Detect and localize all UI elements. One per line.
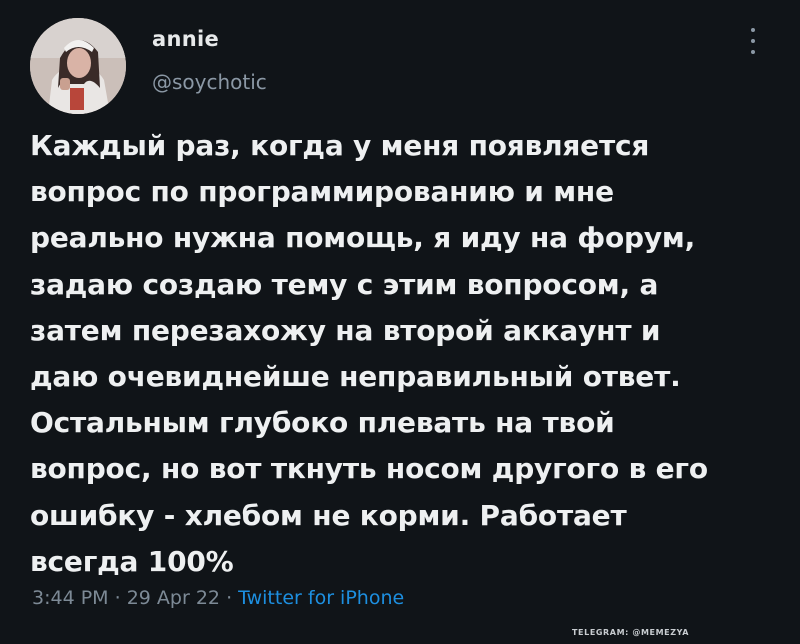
tweet-text-line: реально нужна помощь, я иду на форум,	[30, 221, 696, 255]
tweet-text-line: вопрос по программированию и мне	[30, 175, 614, 209]
dot	[751, 28, 755, 32]
tweet-text-line: ошибку - хлебом не корми. Работает	[30, 498, 627, 532]
tweet-text-line: Каждый раз, когда у меня появляется	[30, 129, 650, 162]
dot	[751, 39, 755, 43]
tweet-time[interactable]: 3:44 PM	[32, 587, 109, 609]
tweet-text-line: затем перезахожу на второй аккаунт и	[30, 313, 661, 347]
tweet-text: Каждый раз, когда у меня появляется вопр…	[30, 123, 780, 585]
tweet-text-line: Остальным глубоко плевать на твой	[30, 406, 615, 440]
tweet-card: annie @soychotic Каждый раз, когда у мен…	[0, 0, 800, 644]
tweet-text-line: вопрос, но вот ткнуть носом другого в ег…	[30, 452, 708, 486]
meta-separator: ·	[114, 587, 121, 609]
tweet-text-line: даю очевиднейше неправильный ответ.	[30, 360, 681, 394]
meta-separator: ·	[226, 587, 233, 609]
vertical-ellipsis-icon[interactable]	[749, 28, 757, 54]
tweet-date[interactable]: 29 Apr 22	[127, 587, 220, 609]
tweet-text-line: всегда 100%	[30, 544, 234, 578]
tweet-source-link[interactable]: Twitter for iPhone	[238, 587, 404, 609]
avatar-photo	[30, 18, 126, 114]
author-handle[interactable]: @soychotic	[152, 70, 267, 94]
tweet-text-line: задаю создаю тему с этим вопросом, а	[30, 267, 659, 301]
dot	[751, 50, 755, 54]
watermark: TELEGRAM: @MEMEZYA	[572, 628, 690, 637]
avatar[interactable]	[30, 18, 126, 114]
author-display-name[interactable]: annie	[152, 27, 219, 51]
tweet-meta: 3:44 PM · 29 Apr 22 · Twitter for iPhone	[32, 587, 404, 609]
